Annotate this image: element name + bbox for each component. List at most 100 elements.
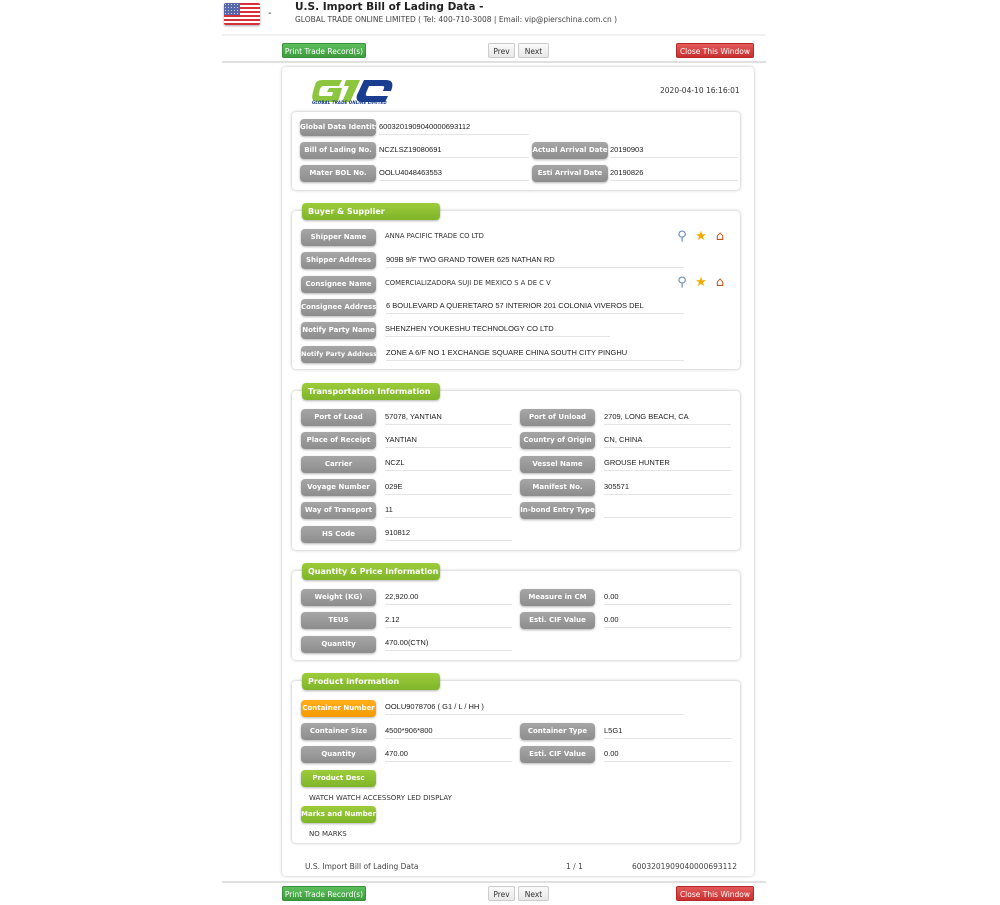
us-flag-icon bbox=[224, 3, 260, 25]
port-of-unload-label: Port of Unload bbox=[520, 409, 595, 426]
global-data-identity-label: Global Data Identity bbox=[300, 119, 376, 136]
carrier-value: NCZL bbox=[385, 456, 512, 471]
product-desc-value: WATCH WATCH ACCESSORY LED DISPLAY bbox=[309, 794, 452, 802]
product-cif-value: 0.00 bbox=[604, 747, 731, 762]
notify-party-address-value: ZONE A 6/F NO 1 EXCHANGE SQUARE CHINA SO… bbox=[386, 346, 684, 361]
consignee-address-label: Consignee Address bbox=[301, 299, 376, 316]
print-trade-record-button-bottom[interactable]: Print Trade Record(s) bbox=[282, 886, 366, 901]
close-window-button-bottom[interactable]: Close This Window bbox=[676, 886, 754, 901]
way-of-transport-label: Way of Transport bbox=[301, 502, 376, 519]
star-icon[interactable]: ★ bbox=[693, 229, 709, 245]
page-indicator: 1 / 1 bbox=[566, 862, 583, 871]
container-number-label: Container Number bbox=[301, 700, 376, 717]
country-of-origin-label: Country of Origin bbox=[520, 432, 595, 449]
toolbar-divider bbox=[222, 61, 766, 63]
shipper-address-label: Shipper Address bbox=[301, 252, 376, 269]
search-icon[interactable]: ⚲ bbox=[674, 229, 690, 245]
consignee-name-label: Consignee Name bbox=[301, 276, 376, 293]
consignee-address-value: 6 BOULEVARD A QUERETARO 57 INTERIOR 201 … bbox=[386, 299, 684, 314]
quantity-value: 470.00(CTN) bbox=[385, 636, 512, 651]
actual-arrival-date-label: Actual Arrival Date bbox=[532, 142, 608, 159]
container-size-value: 4500*906*800 bbox=[385, 724, 512, 739]
container-size-label: Container Size bbox=[301, 723, 376, 740]
vessel-name-label: Vessel Name bbox=[520, 456, 595, 473]
hs-code-value: 910812 bbox=[385, 526, 512, 541]
product-cif-value-label: Esti. CIF Value bbox=[520, 746, 595, 763]
voyage-number-label: Voyage Number bbox=[301, 479, 376, 496]
product-quantity-label: Quantity bbox=[301, 746, 376, 763]
bill-of-lading-label: Bill of Lading No. bbox=[300, 142, 376, 159]
buyer-supplier-section-title: Buyer & Supplier Information bbox=[302, 203, 440, 233]
next-button-bottom[interactable]: Next bbox=[518, 886, 549, 901]
star-icon[interactable]: ★ bbox=[693, 275, 709, 291]
company-contact: GLOBAL TRADE ONLINE LIMITED ( Tel: 400-7… bbox=[295, 15, 618, 24]
actual-arrival-date-value: 20190903 bbox=[610, 143, 738, 158]
container-number-value: OOLU9078706 ( G1 / L / HH ) bbox=[385, 700, 683, 715]
consignee-actions: ⚲ ★ ⌂ bbox=[674, 275, 731, 291]
search-icon[interactable]: ⚲ bbox=[674, 275, 690, 291]
product-quantity-value: 470.00 bbox=[385, 747, 512, 762]
record-timestamp: 2020-04-10 16:16:01 bbox=[660, 86, 740, 95]
shipper-actions: ⚲ ★ ⌂ bbox=[674, 229, 731, 245]
manifest-no-label: Manifest No. bbox=[520, 479, 595, 496]
manifest-no-value: 305571 bbox=[604, 480, 731, 495]
header-divider bbox=[222, 34, 766, 36]
port-of-load-value: 57078, YANTIAN bbox=[385, 410, 512, 425]
global-data-identity-value: 6003201909040000693112 bbox=[379, 120, 529, 135]
footer-title: U.S. Import Bill of Lading Data bbox=[305, 862, 419, 871]
port-of-load-label: Port of Load bbox=[301, 409, 376, 426]
logo-caption: GLOBAL TRADE ONLINE LIMITED bbox=[312, 100, 387, 105]
notify-party-name-label: Notify Party Name bbox=[301, 322, 376, 339]
voyage-number-value: 029E bbox=[385, 480, 512, 495]
weight-value: 22,920.00 bbox=[385, 590, 512, 605]
quantity-label: Quantity bbox=[301, 636, 376, 653]
way-of-transport-value: 11 bbox=[385, 503, 512, 518]
quantity-price-section-title: Quantity & Price Information bbox=[302, 563, 440, 580]
notify-party-name-value: SHENZHEN YOUKESHU TECHNOLOGY CO LTD bbox=[385, 322, 610, 337]
teus-label: TEUS bbox=[301, 612, 376, 629]
mater-bol-label: Mater BOL No. bbox=[300, 165, 376, 182]
esti-arrival-date-value: 20190826 bbox=[610, 166, 738, 181]
page-title: U.S. Import Bill of Lading Data - bbox=[295, 1, 484, 13]
consignee-name-value: COMERCIALIZADORA SUJI DE MEXICO S A DE C… bbox=[385, 279, 551, 287]
shipper-name-label: Shipper Name bbox=[301, 229, 376, 246]
esti-cif-value: 0.00 bbox=[604, 613, 731, 628]
prev-button-bottom[interactable]: Prev bbox=[488, 886, 515, 901]
inbond-entry-type-value bbox=[604, 503, 731, 518]
bottom-toolbar-divider bbox=[222, 881, 766, 883]
container-type-label: Container Type bbox=[520, 723, 595, 740]
transportation-section-title: Transportation Information bbox=[302, 383, 440, 400]
home-icon[interactable]: ⌂ bbox=[712, 229, 728, 245]
mater-bol-value: OOLU4048463553 bbox=[379, 166, 529, 181]
marks-and-numbers-label: Marks and Numbers bbox=[301, 806, 376, 823]
prev-button[interactable]: Prev bbox=[488, 43, 515, 58]
footer-record-id: 6003201909040000693112 bbox=[632, 862, 737, 871]
measure-value: 0.00 bbox=[604, 590, 731, 605]
port-of-unload-value: 2709, LONG BEACH, CA bbox=[604, 410, 731, 425]
product-desc-label: Product Desc bbox=[301, 770, 376, 787]
bill-of-lading-value: NCZLSZ19080691 bbox=[379, 143, 529, 158]
measure-label: Measure in CM bbox=[520, 589, 595, 606]
place-of-receipt-value: YANTIAN bbox=[385, 433, 512, 448]
notify-party-address-label: Notify Party Address bbox=[301, 346, 376, 363]
shipper-address-value: 909B 9/F TWO GRAND TOWER 625 NATHAN RD bbox=[386, 253, 684, 268]
flag-dropdown-toggle[interactable]: - bbox=[268, 8, 272, 19]
carrier-label: Carrier bbox=[301, 456, 376, 473]
place-of-receipt-label: Place of Receipt bbox=[301, 432, 376, 449]
product-section-title: Product Information bbox=[302, 673, 440, 690]
marks-and-numbers-value: NO MARKS bbox=[309, 830, 347, 838]
esti-cif-value-label: Esti. CIF Value bbox=[520, 612, 595, 629]
top-header: - U.S. Import Bill of Lading Data - GLOB… bbox=[0, 0, 1000, 34]
print-trade-record-button[interactable]: Print Trade Record(s) bbox=[282, 43, 366, 58]
home-icon[interactable]: ⌂ bbox=[712, 275, 728, 291]
country-of-origin-value: CN, CHINA bbox=[604, 433, 731, 448]
next-button[interactable]: Next bbox=[518, 43, 549, 58]
vessel-name-value: GROUSE HUNTER bbox=[604, 456, 731, 471]
hs-code-label: HS Code bbox=[301, 526, 376, 543]
weight-label: Weight (KG) bbox=[301, 589, 376, 606]
esti-arrival-date-label: Esti Arrival Date bbox=[532, 165, 608, 182]
shipper-name-value: ANNA PACIFIC TRADE CO LTD bbox=[385, 232, 484, 240]
inbond-entry-type-label: In-bond Entry Type bbox=[520, 502, 595, 519]
close-window-button[interactable]: Close This Window bbox=[676, 43, 754, 58]
container-type-value: L5G1 bbox=[604, 724, 731, 739]
